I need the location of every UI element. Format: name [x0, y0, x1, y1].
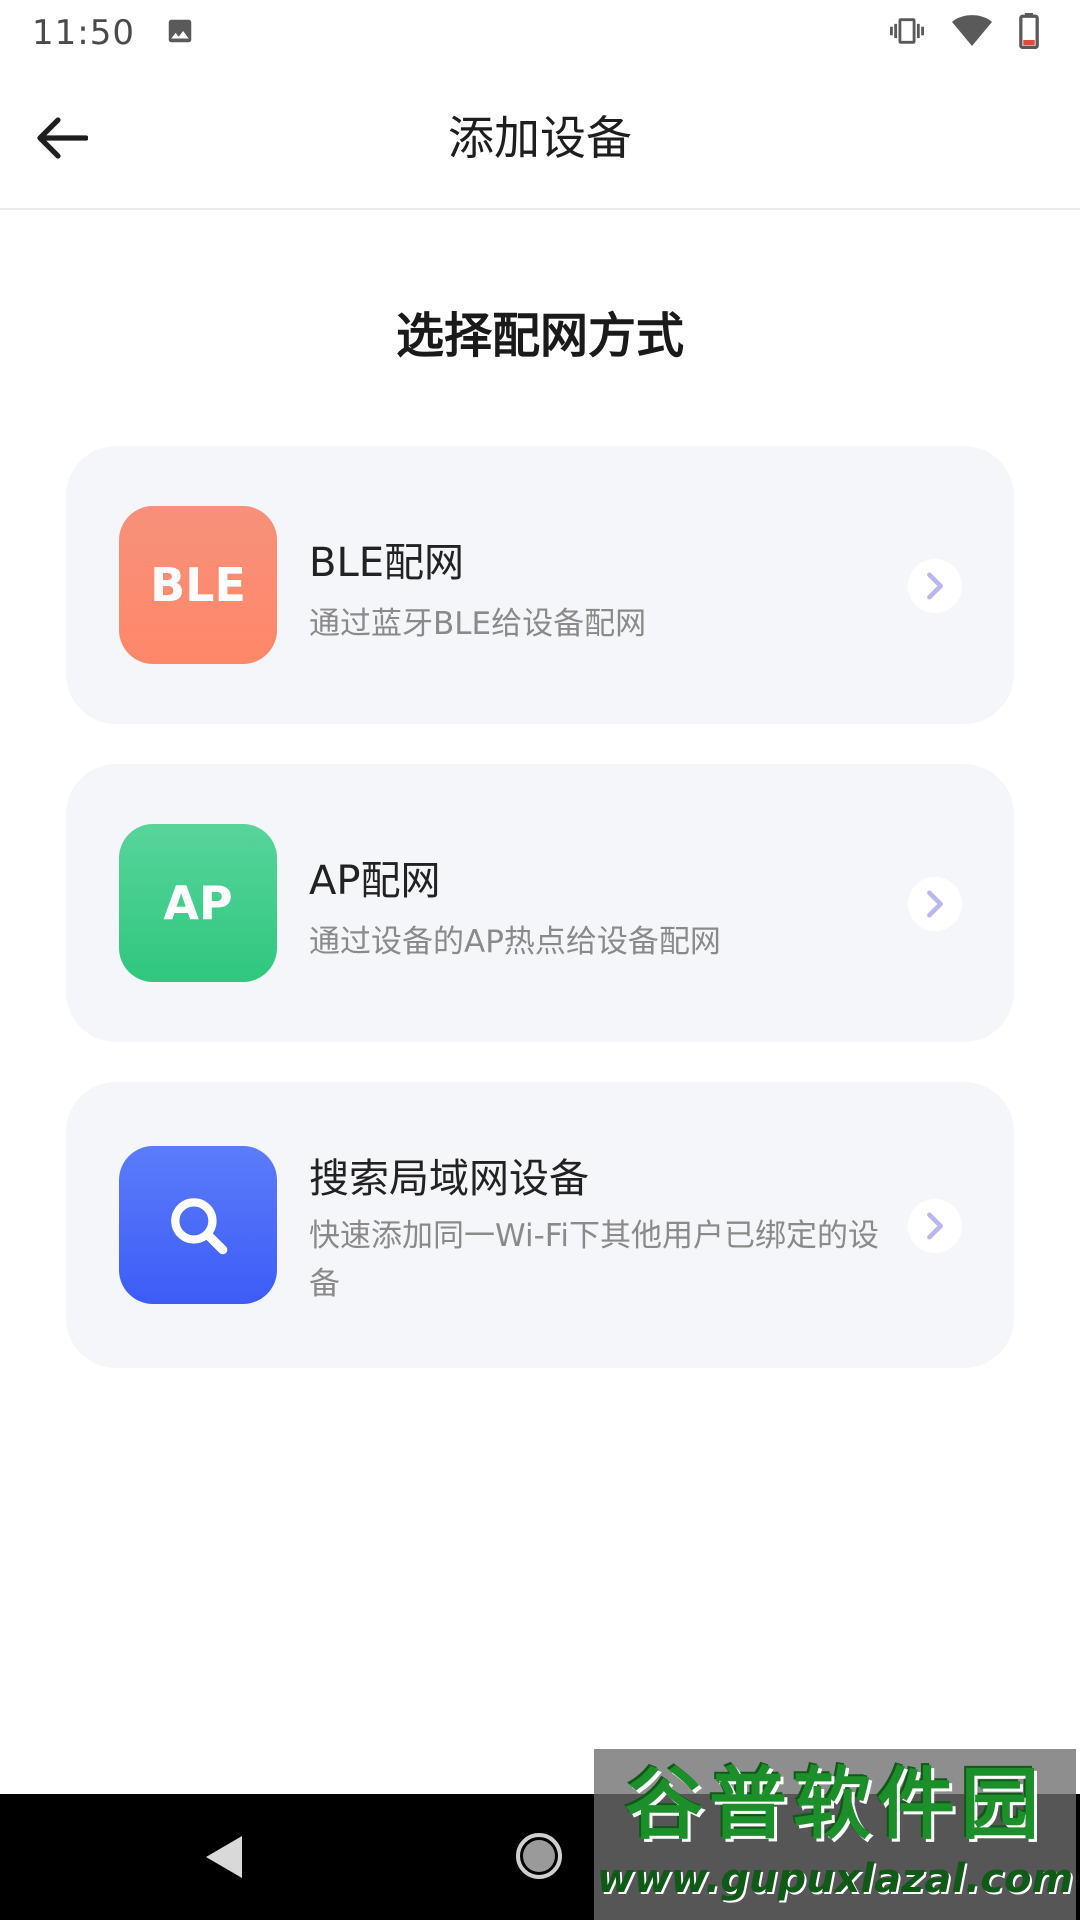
option-description: 通过蓝牙BLE给设备配网 [309, 606, 647, 642]
ble-icon-label: BLE [150, 558, 246, 612]
option-title: 搜索局域网设备 [309, 1156, 589, 1202]
option-title: BLE配网 [309, 540, 464, 586]
option-title: AP配网 [309, 858, 441, 904]
watermark-url: www.gupuxlazal.com [596, 1856, 1074, 1902]
lan-search-tile [119, 1146, 277, 1304]
watermark: 谷普软件园 www.gupuxlazal.com [594, 1749, 1076, 1920]
option-description: 通过设备的AP热点给设备配网 [309, 924, 721, 960]
status-time: 11:50 [32, 13, 135, 53]
image-icon [165, 16, 195, 50]
wifi-icon [952, 14, 992, 52]
status-right [888, 13, 1040, 53]
nav-home-icon [523, 1840, 555, 1872]
nav-back-icon [206, 1836, 242, 1878]
section-title: 选择配网方式 [395, 308, 684, 364]
nav-home-button[interactable] [516, 1833, 562, 1879]
battery-low-icon [1018, 13, 1040, 53]
option-description: 快速添加同一Wi-Fi下其他用户已绑定的设备 [309, 1218, 879, 1302]
option-card-ble[interactable]: BLE BLE配网 通过蓝牙BLE给设备配网 [66, 446, 1014, 724]
option-card-lan-search[interactable]: 搜索局域网设备 快速添加同一Wi-Fi下其他用户已绑定的设备 [66, 1082, 1014, 1368]
chevron-right-button[interactable] [908, 559, 962, 613]
back-button[interactable] [26, 102, 98, 174]
toolbar: 添加设备 [0, 66, 1080, 210]
ble-icon: BLE [119, 506, 277, 664]
vibrate-icon [888, 14, 926, 52]
chevron-right-icon [927, 1212, 943, 1240]
watermark-text: 谷普软件园 [624, 1760, 1045, 1850]
chevron-right-button[interactable] [908, 877, 962, 931]
chevron-right-button[interactable] [908, 1199, 962, 1253]
search-icon [171, 1198, 228, 1255]
ap-icon: AP [119, 824, 277, 982]
status-left: 11:50 [32, 13, 195, 53]
arrow-left-icon [37, 117, 88, 159]
ap-icon-label: AP [163, 876, 233, 930]
status-bar: 11:50 [0, 0, 1080, 66]
screen: 11:50 添加设备 选择配网方式 BLE BLE配网 通过蓝牙BLE给设备配网… [0, 0, 1080, 1920]
option-card-ap[interactable]: AP AP配网 通过设备的AP热点给设备配网 [66, 764, 1014, 1042]
nav-back-button[interactable] [204, 1834, 244, 1884]
chevron-right-icon [927, 572, 943, 600]
chevron-right-icon [927, 890, 943, 918]
page-title: 添加设备 [448, 111, 632, 165]
